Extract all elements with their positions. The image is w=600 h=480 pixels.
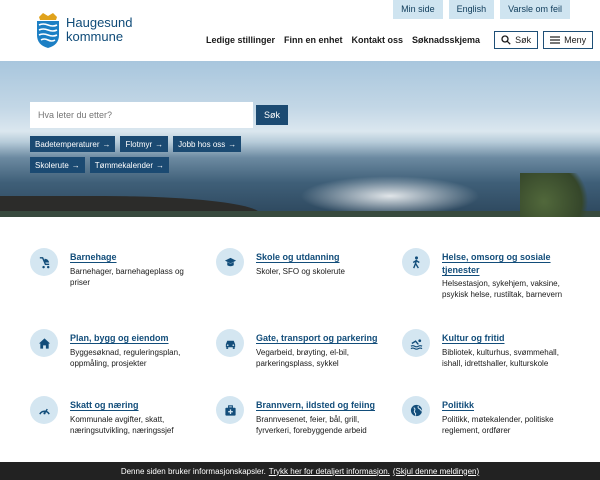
service-title: Brannvern, ildsted og feiing — [256, 400, 376, 410]
hamburger-icon — [550, 36, 561, 44]
arrow-right-icon: → — [71, 160, 80, 170]
first-aid-kit-icon — [224, 404, 236, 416]
hero-search-button[interactable]: Søk — [256, 105, 288, 125]
main-nav: Ledige stillinger Finn en enhet Kontakt … — [206, 31, 594, 49]
service-description: Politikk, møtekalender, politiske reglem… — [442, 415, 554, 435]
service-description: Helsestasjon, sykehjem, vaksine, psykisk… — [442, 279, 563, 299]
site-logo[interactable]: Haugesund kommune — [36, 11, 133, 49]
arrow-right-icon: → — [102, 139, 111, 149]
hero-sun-glare — [300, 176, 480, 216]
house-icon — [38, 337, 50, 349]
logo-text: Haugesund kommune — [66, 16, 133, 44]
logo-line-2: kommune — [66, 29, 124, 44]
chip-label: Flotmyr — [125, 139, 153, 149]
service-icon-circle — [216, 396, 244, 424]
menu-button[interactable]: Meny — [543, 31, 594, 49]
nav-ledige-stillinger[interactable]: Ledige stillinger — [206, 35, 275, 45]
utility-nav: Min side English Varsle om feil — [393, 0, 570, 19]
service-title: Skole og utdanning — [256, 252, 340, 262]
service-description: Kommunale avgifter, skatt, næringsutvikl… — [70, 415, 174, 435]
swimmer-icon — [410, 338, 422, 350]
service-icon-circle — [30, 396, 58, 424]
car-icon — [225, 340, 235, 349]
chip-label: Tømmekalender — [94, 160, 154, 170]
service-title: Politikk — [442, 400, 475, 410]
service-description: Bibliotek, kulturhus, svømmehall, ishall… — [442, 348, 559, 368]
service-icon-circle — [402, 396, 430, 424]
service-icon-circle — [30, 329, 58, 357]
service-icon-circle — [402, 248, 430, 276]
chip-label: Skolerute — [35, 160, 69, 170]
cookie-banner: Denne siden bruker informasjonskapsler. … — [0, 462, 600, 480]
cookie-info-link[interactable]: Trykk her for detaljert informasjon. — [269, 467, 390, 476]
menu-button-label: Meny — [564, 35, 587, 45]
service-title: Skatt og næring — [70, 400, 139, 410]
arrow-right-icon: → — [156, 160, 165, 170]
hero-shoreline — [0, 211, 600, 217]
cookie-text: Denne siden bruker informasjonskapsler. — [120, 466, 266, 476]
nav-kontakt-oss[interactable]: Kontakt oss — [352, 35, 404, 45]
logo-line-1: Haugesund — [66, 15, 133, 30]
service-icon-circle — [216, 329, 244, 357]
quick-link-flotmyr[interactable]: Flotmyr → — [120, 136, 169, 152]
min-side-link[interactable]: Min side — [393, 0, 443, 19]
chip-label: Jobb hos oss — [178, 139, 226, 149]
globe-icon — [410, 404, 422, 416]
walking-person-icon — [412, 255, 420, 268]
coat-of-arms-icon — [37, 13, 59, 48]
service-icon-circle — [402, 329, 430, 357]
gauge-icon — [38, 408, 50, 415]
stroller-icon — [39, 256, 49, 268]
service-title: Helse, omsorg og sosiale tjenester — [442, 252, 551, 275]
nav-soknadsskjema[interactable]: Søknadsskjema — [412, 35, 480, 45]
service-title: Gate, transport og parkering — [256, 333, 378, 343]
hero-search-input[interactable] — [30, 102, 253, 128]
search-button-label: Søk — [515, 35, 532, 45]
quick-link-jobb-hos-oss[interactable]: Jobb hos oss → — [173, 136, 242, 152]
service-description: Byggesøknad, reguleringsplan, oppmåling,… — [70, 348, 181, 368]
service-title: Barnehage — [70, 252, 117, 262]
english-link[interactable]: English — [448, 0, 495, 19]
service-description: Skoler, SFO og skolerute — [256, 267, 345, 276]
chip-label: Badetemperaturer — [35, 139, 100, 149]
service-description: Barnehager, barnehageplass og priser — [70, 267, 184, 287]
service-icon-circle — [216, 248, 244, 276]
arrow-right-icon: → — [228, 139, 237, 149]
nav-finn-en-enhet[interactable]: Finn en enhet — [284, 35, 343, 45]
quick-links: Badetemperaturer → Flotmyr → Jobb hos oss →… — [30, 136, 260, 173]
report-error-link[interactable]: Varsle om feil — [500, 0, 570, 19]
hero-trees — [520, 173, 600, 217]
cookie-dismiss-link[interactable]: (Skjul denne meldingen) — [393, 467, 479, 476]
graduation-cap-icon — [224, 257, 236, 266]
arrow-right-icon: → — [155, 139, 164, 149]
service-title: Plan, bygg og eiendom — [70, 333, 169, 343]
header-search-button[interactable]: Søk — [494, 31, 539, 49]
service-description: Vegarbeid, brøyting, el-bil, parkeringsp… — [256, 348, 349, 368]
quick-link-tommekalender[interactable]: Tømmekalender → — [89, 157, 170, 173]
service-description: Brannvesenet, feier, bål, grill, fyrverk… — [256, 415, 367, 435]
service-icon-circle — [30, 248, 58, 276]
search-icon — [501, 35, 511, 45]
hero-search: Søk — [30, 102, 291, 128]
service-title: Kultur og fritid — [442, 333, 505, 343]
quick-link-skolerute[interactable]: Skolerute → — [30, 157, 85, 173]
quick-link-badetemperaturer[interactable]: Badetemperaturer → — [30, 136, 116, 152]
